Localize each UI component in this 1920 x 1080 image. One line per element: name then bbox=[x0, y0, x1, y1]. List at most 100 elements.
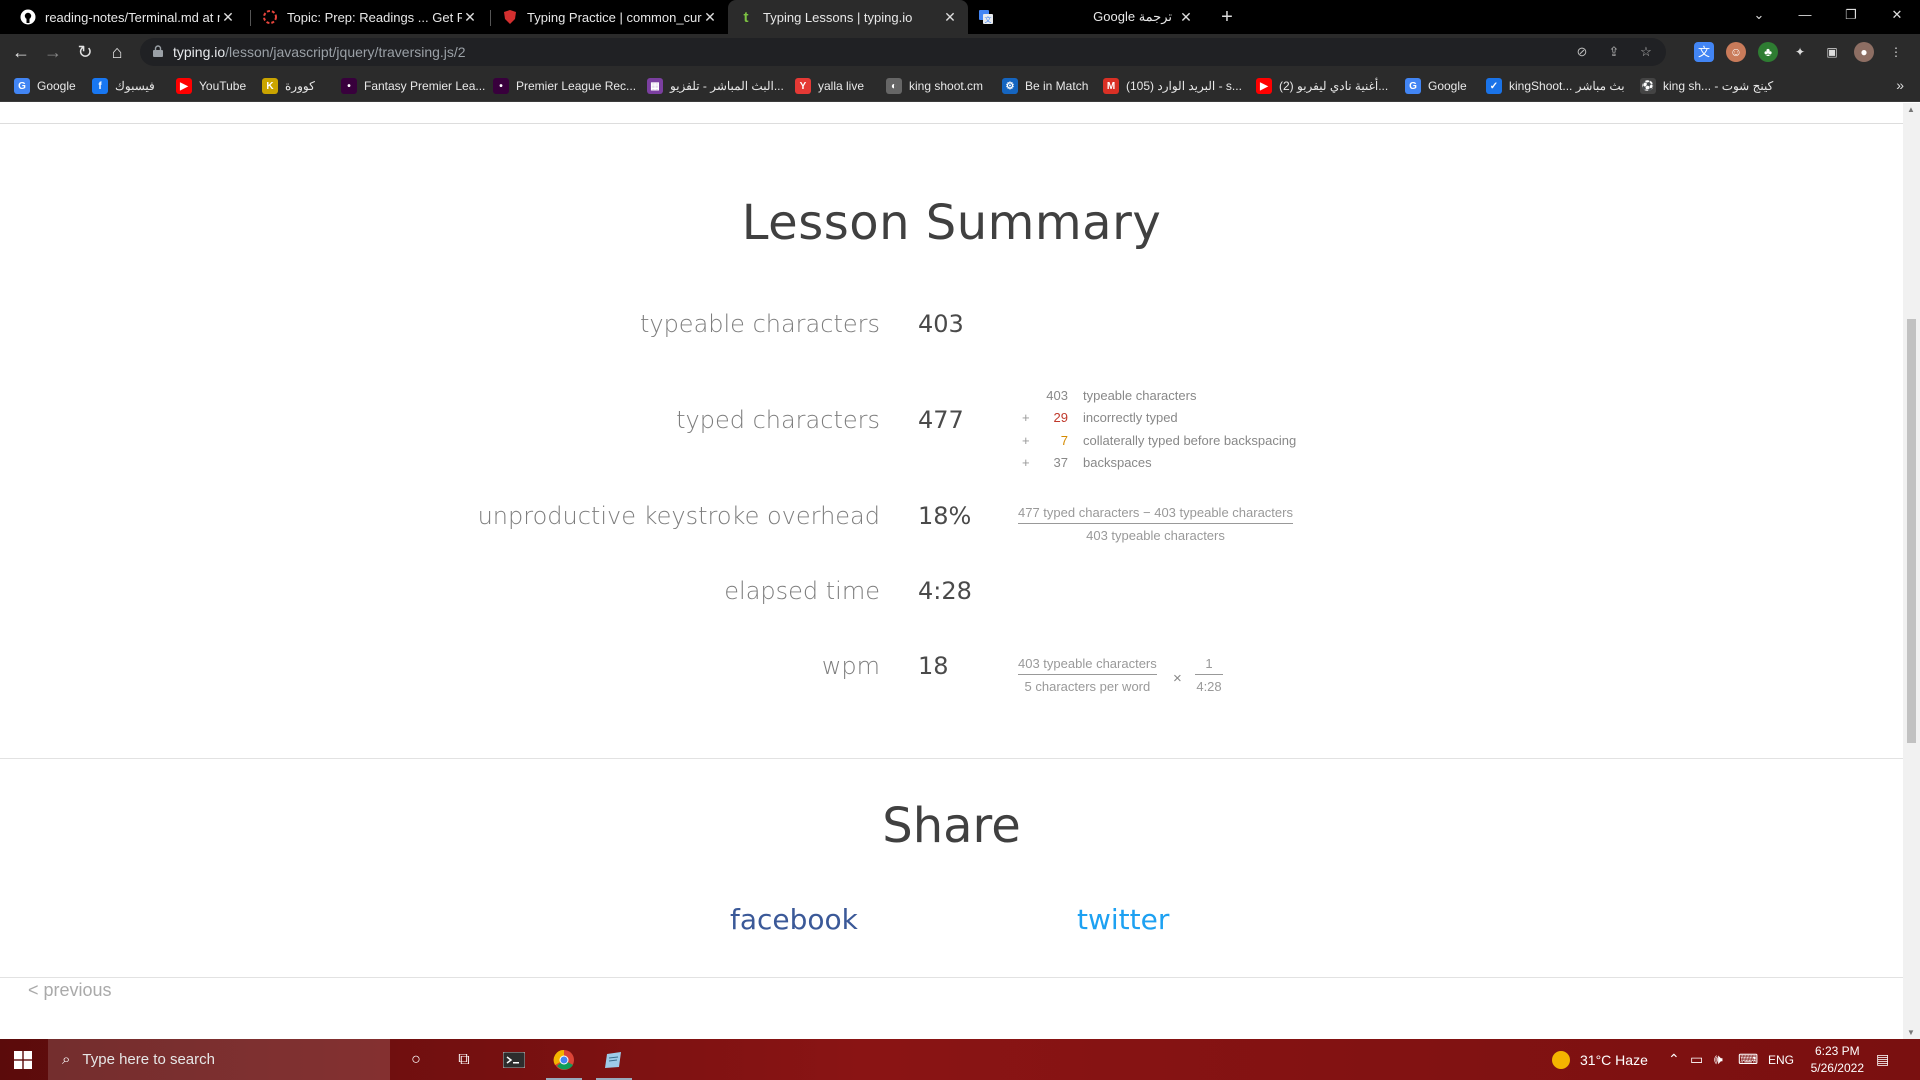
bookmark-item[interactable]: ⚽ king sh... - كينج شوت bbox=[1640, 77, 1773, 95]
bookmarks-overflow-icon[interactable]: » bbox=[1896, 77, 1904, 93]
close-icon[interactable]: ✕ bbox=[942, 9, 958, 26]
tab-title: Typing Practice | common_curric bbox=[527, 9, 702, 25]
clock-time: 6:23 PM bbox=[1814, 1044, 1860, 1058]
bookmark-item[interactable]: ▦ البث المباشر - تلفزيو... bbox=[647, 77, 784, 95]
tree-extension-icon[interactable]: ♣ bbox=[1758, 42, 1778, 62]
forward-button[interactable]: → bbox=[40, 39, 66, 65]
multiply-operator: × bbox=[1173, 670, 1182, 687]
new-tab-button[interactable]: + bbox=[1214, 4, 1240, 30]
bookmark-favicon-icon: • bbox=[493, 78, 509, 94]
share-title: Share bbox=[882, 798, 1021, 854]
bookmark-label: (105) البريد الوارد - s... bbox=[1126, 79, 1242, 93]
eye-off-icon[interactable]: ⊘ bbox=[1574, 44, 1590, 60]
bookmark-favicon-icon: • bbox=[341, 78, 357, 94]
bookmark-label: (2) أغنية نادي ليفربو... bbox=[1279, 79, 1389, 93]
bookmark-item[interactable]: • Premier League Rec... bbox=[493, 77, 636, 95]
bookmark-item[interactable]: K كوورة bbox=[262, 77, 315, 95]
bookmark-item[interactable]: ⚙ Be in Match bbox=[1002, 77, 1088, 95]
bookmark-label: كوورة bbox=[285, 79, 315, 93]
chrome-icon[interactable] bbox=[540, 1039, 588, 1080]
breakdown-description: incorrectly typed bbox=[1083, 410, 1178, 425]
stat-value-overhead: 18% bbox=[918, 502, 972, 530]
bookmark-label: king sh... - كينج شوت bbox=[1663, 79, 1774, 93]
reload-button[interactable]: ↻ bbox=[72, 39, 98, 65]
bookmark-label: YouTube bbox=[199, 79, 247, 93]
windows-logo-icon bbox=[14, 1050, 32, 1069]
stat-label-typeable: typeable characters bbox=[639, 310, 880, 338]
page-content: Lesson Summary typeable characters 403 t… bbox=[0, 103, 1903, 1039]
facebook-share-link[interactable]: facebook bbox=[730, 903, 858, 936]
weather-widget[interactable]: 31°C Haze bbox=[1552, 1039, 1648, 1080]
menu-icon[interactable]: ⋮ bbox=[1886, 42, 1906, 62]
bookmark-item[interactable]: ▶ YouTube bbox=[176, 77, 246, 95]
bookmark-label: kingShoot... بث مباشر bbox=[1509, 79, 1625, 93]
close-icon[interactable]: ✕ bbox=[702, 9, 718, 26]
bookmark-item[interactable]: ◐ king shoot.cm bbox=[886, 77, 983, 95]
translate-extension-icon[interactable]: 文 bbox=[1694, 42, 1714, 62]
task-view-icon[interactable]: ⧉ bbox=[440, 1039, 488, 1080]
tab-topic-prep[interactable]: Topic: Prep: Readings ... Get Read ✕ bbox=[252, 0, 488, 34]
bookmark-favicon-icon: f bbox=[92, 78, 108, 94]
tab-typing-practice[interactable]: Typing Practice | common_curric ✕ bbox=[492, 0, 728, 34]
tab-reading-notes[interactable]: reading-notes/Terminal.md at m ✕ bbox=[10, 0, 246, 34]
formula-denominator: 5 characters per word bbox=[1024, 679, 1151, 694]
tab-divider bbox=[490, 10, 491, 26]
search-icon: ⌕ bbox=[62, 1051, 71, 1068]
twitter-share-link[interactable]: twitter bbox=[1077, 903, 1169, 936]
face-extension-icon[interactable]: ☺ bbox=[1726, 42, 1746, 62]
bookmark-label: Premier League Rec... bbox=[516, 79, 637, 93]
minimize-button[interactable]: — bbox=[1782, 0, 1828, 30]
close-icon[interactable]: ✕ bbox=[462, 9, 478, 26]
svg-text:文: 文 bbox=[985, 15, 992, 24]
clock[interactable]: 6:23 PM 5/26/2022 bbox=[1811, 1043, 1864, 1077]
bookmark-item[interactable]: f فيسبوك bbox=[92, 77, 155, 95]
terminal-icon[interactable] bbox=[490, 1039, 538, 1080]
bookmark-item[interactable]: Yyalla live bbox=[795, 77, 864, 95]
bookmark-favicon-icon: ◐ bbox=[886, 78, 902, 94]
avatar[interactable]: ● bbox=[1854, 42, 1874, 62]
tab-google-translate[interactable]: 文 Google ترجمة ✕ bbox=[968, 0, 1204, 34]
show-hidden-icons-icon[interactable]: ⌃ bbox=[1668, 1039, 1680, 1080]
formula-numerator: 477 typed characters − 403 typeable char… bbox=[1018, 505, 1293, 524]
bookmark-item[interactable]: ✓ kingShoot... بث مباشر bbox=[1486, 77, 1625, 95]
notes-app-icon[interactable] bbox=[590, 1039, 638, 1080]
window-close-button[interactable]: ✕ bbox=[1874, 0, 1920, 30]
bookmark-item[interactable]: G Google bbox=[1405, 77, 1467, 95]
network-icon[interactable]: ▭ bbox=[1690, 1039, 1703, 1080]
close-icon[interactable]: ✕ bbox=[220, 9, 236, 26]
address-bar[interactable]: typing.io/lesson/javascript/jquery/trave… bbox=[140, 38, 1666, 66]
bookmark-label: فيسبوك bbox=[115, 79, 155, 93]
close-icon[interactable]: ✕ bbox=[1178, 9, 1194, 26]
back-button[interactable]: ← bbox=[8, 39, 34, 65]
cortana-icon[interactable]: ○ bbox=[392, 1039, 440, 1080]
footer-divider bbox=[0, 977, 1903, 978]
bookmark-item[interactable]: • Fantasy Premier Lea... bbox=[341, 77, 485, 95]
page-scrollbar[interactable]: ▲ ▼ bbox=[1903, 103, 1920, 1039]
extensions-icon[interactable]: ✦ bbox=[1790, 42, 1810, 62]
restore-button[interactable]: ❐ bbox=[1828, 0, 1874, 30]
taskbar-search[interactable]: ⌕ Type here to search bbox=[48, 1039, 390, 1080]
star-icon[interactable]: ☆ bbox=[1638, 44, 1654, 60]
previous-link[interactable]: < previous bbox=[28, 980, 112, 1001]
bookmark-favicon-icon: G bbox=[14, 78, 30, 94]
bookmark-favicon-icon: ▶ bbox=[176, 78, 192, 94]
home-button[interactable]: ⌂ bbox=[104, 39, 130, 65]
volume-icon[interactable]: 🕪 bbox=[1714, 1039, 1723, 1080]
side-panel-icon[interactable]: ▣ bbox=[1822, 42, 1842, 62]
share-icon[interactable]: ⇪ bbox=[1606, 44, 1622, 60]
language-indicator[interactable]: ENG bbox=[1768, 1039, 1794, 1080]
scrollbar-thumb[interactable] bbox=[1907, 319, 1916, 743]
bookmark-item[interactable]: ▶ (2) أغنية نادي ليفربو... bbox=[1256, 77, 1388, 95]
bookmark-item[interactable]: M (105) البريد الوارد - s... bbox=[1103, 77, 1242, 95]
bookmark-label: yalla live bbox=[818, 79, 865, 93]
tab-typing-lessons[interactable]: t Typing Lessons | typing.io ✕ bbox=[728, 0, 968, 34]
keyboard-icon[interactable]: ⌨ bbox=[1738, 1039, 1758, 1080]
overhead-formula: 477 typed characters − 403 typeable char… bbox=[1018, 505, 1293, 543]
scroll-up-icon[interactable]: ▲ bbox=[1907, 105, 1915, 114]
notifications-icon[interactable]: ▤ bbox=[1876, 1039, 1889, 1080]
scroll-down-icon[interactable]: ▼ bbox=[1907, 1028, 1915, 1037]
bookmark-item[interactable]: G Google bbox=[14, 77, 76, 95]
windows-start-button[interactable] bbox=[0, 1039, 46, 1080]
stat-value-typed: 477 bbox=[918, 406, 964, 434]
tab-search-button[interactable]: ⌄ bbox=[1736, 0, 1782, 30]
